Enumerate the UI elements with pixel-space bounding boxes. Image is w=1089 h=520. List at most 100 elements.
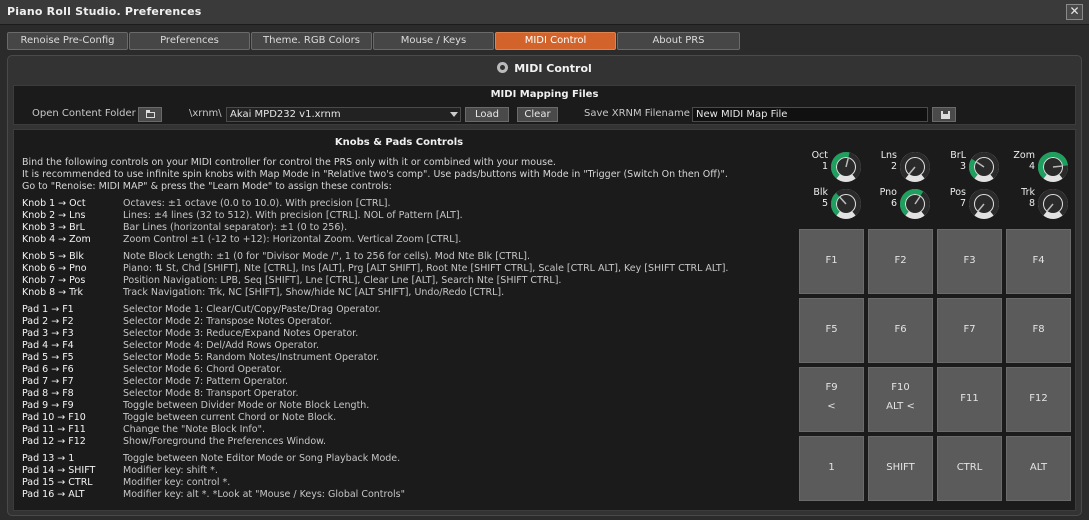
pad-row-key: Pad 2 → F2 (22, 316, 74, 327)
knob-row-key: Knob 3 → BrL (22, 222, 85, 233)
pad-f11[interactable]: F11 (937, 367, 1002, 432)
knob-number: 6 (890, 198, 897, 209)
pad-f3[interactable]: F3 (937, 229, 1002, 294)
pad-row-desc: Modifier key: alt *. *Look at "Mouse / K… (123, 489, 405, 500)
close-button[interactable]: ✕ (1066, 4, 1083, 20)
knob-pno[interactable]: Pno 6 (873, 187, 931, 223)
pad-f6[interactable]: F6 (868, 298, 933, 363)
knob-label: Pos (949, 187, 966, 198)
panel-title: MIDI Control (514, 62, 592, 75)
knob-row-key: Knob 8 → Trk (22, 287, 83, 298)
knob-label: Trk (1021, 187, 1035, 198)
pad-label: SHIFT (886, 462, 915, 473)
pad-row-key: Pad 14 → SHIFT (22, 465, 96, 476)
window-title: Piano Roll Studio. Preferences (7, 5, 202, 18)
pad-row-key: Pad 4 → F4 (22, 340, 74, 351)
tab-preferences[interactable]: Preferences (129, 32, 250, 50)
pad-row-key: Pad 12 → F12 (22, 436, 86, 447)
knob-row-desc: Piano: ⇅ St, Chd [SHIFT], Nte [CTRL], In… (123, 263, 729, 274)
pad-f5[interactable]: F5 (799, 298, 864, 363)
pad-row-desc: Selector Mode 4: Del/Add Rows Operator. (123, 340, 320, 351)
pad-f1[interactable]: F1 (799, 229, 864, 294)
tab-renoise-pre-config[interactable]: Renoise Pre-Config (7, 32, 128, 50)
pad-row-key: Pad 16 → ALT (22, 489, 85, 500)
pad-row-key: Pad 5 → F5 (22, 352, 74, 363)
knob-dial-icon (831, 189, 861, 219)
pad-row-desc: Selector Mode 5: Random Notes/Instrument… (123, 352, 380, 363)
panel-header: MIDI Control (8, 56, 1081, 82)
knob-zom[interactable]: Zom 4 (1011, 150, 1069, 186)
pad-row-desc: Selector Mode 1: Clear/Cut/Copy/Paste/Dr… (123, 304, 381, 315)
pad-f7[interactable]: F7 (937, 298, 1002, 363)
knob-pos[interactable]: Pos 7 (942, 187, 1000, 223)
open-folder-label: Open Content Folder (32, 108, 136, 119)
mapping-file-value: Akai MPD232 v1.xrnm (230, 109, 341, 120)
load-button[interactable]: Load (465, 107, 509, 122)
pad-row-desc: Selector Mode 6: Chord Operator. (123, 364, 283, 375)
knob-number: 2 (890, 161, 897, 172)
open-folder-button[interactable] (138, 107, 162, 122)
pad-alt[interactable]: ALT (1006, 436, 1071, 501)
pad-label: F6 (894, 324, 907, 335)
tab-midi-control[interactable]: MIDI Control (495, 32, 616, 50)
knob-row-desc: Position Navigation: LPB, Seq [SHIFT], L… (123, 275, 562, 286)
pad-f2[interactable]: F2 (868, 229, 933, 294)
knob-number: 1 (821, 161, 828, 172)
knob-row-key: Knob 7 → Pos (22, 275, 86, 286)
intro-line-2: It is recommended to use infinite spin k… (22, 169, 728, 180)
pad-label: 1 (828, 462, 835, 473)
pad-f12[interactable]: F12 (1006, 367, 1071, 432)
knob-row-key: Knob 5 → Blk (22, 251, 84, 262)
knob-brl[interactable]: BrL 3 (942, 150, 1000, 186)
knob-number: 7 (959, 198, 966, 209)
tab-mouse-keys[interactable]: Mouse / Keys (373, 32, 494, 50)
pad-row-key: Pad 8 → F8 (22, 388, 74, 399)
tab-about-prs[interactable]: About PRS (617, 32, 740, 50)
save-filename-input[interactable]: New MIDI Map File (692, 107, 928, 122)
pad-f4[interactable]: F4 (1006, 229, 1071, 294)
pad-row-key: Pad 6 → F6 (22, 364, 74, 375)
pad-f9[interactable]: F9 < (799, 367, 864, 432)
knob-label: Oct (811, 150, 828, 161)
knob-dial-icon (831, 152, 861, 182)
knob-label: Lns (880, 150, 897, 161)
mapping-file-select[interactable]: Akai MPD232 v1.xrnm (226, 107, 461, 122)
knob-row-key: Knob 2 → Lns (22, 210, 86, 221)
pad-row-key: Pad 11 → F11 (22, 424, 86, 435)
pad-label: F7 (963, 324, 976, 335)
pad-ctrl[interactable]: CTRL (937, 436, 1002, 501)
knob-row-desc: Octaves: ±1 octave (0.0 to 10.0). With p… (123, 198, 391, 209)
pad-label: F10 (891, 382, 910, 393)
pad-row-key: Pad 15 → CTRL (22, 477, 93, 488)
knob-number: 4 (1028, 161, 1035, 172)
knob-blk[interactable]: Blk 5 (804, 187, 862, 223)
clear-button[interactable]: Clear (517, 107, 558, 122)
pad-label: F8 (1032, 324, 1045, 335)
pad-row-key: Pad 10 → F10 (22, 412, 86, 423)
pad-f8[interactable]: F8 (1006, 298, 1071, 363)
pad-label: F5 (825, 324, 838, 335)
pad-row-desc: Show/Foreground the Preferences Window. (123, 436, 327, 447)
knob-lns[interactable]: Lns 2 (873, 150, 931, 186)
pad-label: F9 (825, 382, 838, 393)
save-icon (941, 111, 950, 119)
pad-row-key: Pad 9 → F9 (22, 400, 74, 411)
knob-dial-icon (900, 189, 930, 219)
pad-1[interactable]: 1 (799, 436, 864, 501)
pad-row-desc: Toggle between Note Editor Mode or Song … (123, 453, 401, 464)
save-button[interactable] (932, 107, 956, 122)
pad-label: F12 (1029, 393, 1048, 404)
knob-oct[interactable]: Oct 1 (804, 150, 862, 186)
knob-dial-icon (1038, 189, 1068, 219)
knob-row-key: Knob 6 → Pno (22, 263, 87, 274)
pad-shift[interactable]: SHIFT (868, 436, 933, 501)
pad-label: F4 (1032, 255, 1045, 266)
knob-label: Pno (879, 187, 897, 198)
knob-row-desc: Lines: ±4 lines (32 to 512). With precis… (123, 210, 463, 221)
pad-f10[interactable]: F10 ALT < (868, 367, 933, 432)
tab-theme-rgb-colors[interactable]: Theme. RGB Colors (251, 32, 372, 50)
midi-mapping-section: MIDI Mapping Files Open Content Folder \… (13, 85, 1076, 125)
knob-trk[interactable]: Trk 8 (1011, 187, 1069, 223)
pad-row-desc: Change the "Note Block Info". (123, 424, 265, 435)
knob-number: 5 (821, 198, 828, 209)
